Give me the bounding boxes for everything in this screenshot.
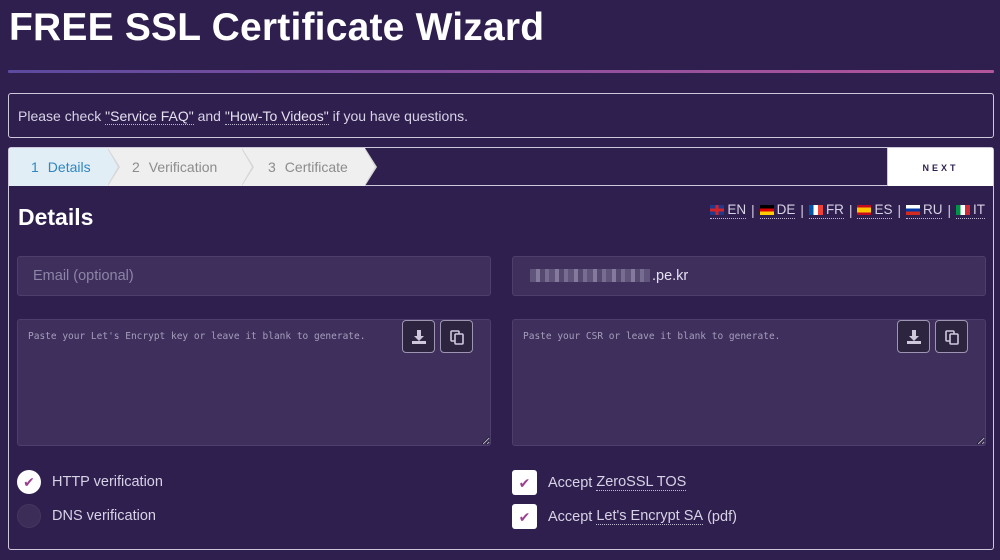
- next-button[interactable]: NEXT: [887, 148, 993, 186]
- step-number: 1: [31, 159, 39, 175]
- agreement-prefix: Accept: [548, 474, 593, 491]
- notice-suffix: if you have questions.: [328, 108, 468, 124]
- page-title: FREE SSL Certificate Wizard: [9, 6, 545, 49]
- option-label: HTTP verification: [52, 474, 163, 490]
- dns-verification-option[interactable]: DNS verification: [17, 504, 156, 528]
- accept-zerossl-tos-checkbox[interactable]: ✔: [512, 470, 537, 495]
- lang-en-link[interactable]: EN: [710, 202, 747, 219]
- step-certificate[interactable]: 3 Certificate: [242, 148, 365, 186]
- download-icon: [906, 329, 921, 344]
- copy-icon: [449, 329, 464, 345]
- accept-letsencrypt-sa-checkbox[interactable]: ✔: [512, 504, 537, 529]
- email-field[interactable]: [17, 256, 491, 296]
- es-flag-icon: [857, 204, 872, 215]
- lang-code: RU: [922, 202, 943, 217]
- lang-es-link[interactable]: ES: [857, 202, 893, 219]
- csr-copy-button[interactable]: [935, 320, 968, 353]
- wizard-panel: 3 Certificate 2 Verification 1 Details NEXT…: [8, 147, 994, 550]
- step-details[interactable]: 1 Details: [9, 148, 108, 186]
- notice-middle: and: [193, 108, 225, 124]
- agreement-prefix: Accept: [548, 508, 593, 525]
- letsencrypt-sa-link[interactable]: Let's Encrypt SA: [596, 508, 704, 525]
- lang-separator: |: [800, 203, 804, 218]
- lang-separator: |: [751, 203, 755, 218]
- step-number: 2: [132, 159, 140, 175]
- how-to-videos-link[interactable]: "How-To Videos": [224, 108, 329, 125]
- step-verification[interactable]: 2 Verification: [108, 148, 242, 186]
- check-icon: ✔: [518, 508, 531, 525]
- fr-flag-icon: [808, 204, 823, 215]
- lang-it-link[interactable]: IT: [956, 202, 985, 219]
- lang-code: DE: [776, 202, 796, 217]
- it-flag-icon: [956, 204, 970, 215]
- lang-code: EN: [727, 202, 747, 217]
- key-copy-button[interactable]: [440, 320, 473, 353]
- zerossl-tos-link[interactable]: ZeroSSL TOS: [596, 474, 687, 491]
- lang-separator: |: [897, 203, 901, 218]
- csr-download-button[interactable]: [897, 320, 930, 353]
- lang-separator: |: [947, 203, 951, 218]
- key-download-button[interactable]: [402, 320, 435, 353]
- domain-value: .pe.kr: [652, 268, 689, 284]
- step-separator: [241, 148, 252, 186]
- section-title: Details: [18, 204, 94, 230]
- notice-prefix: Please check: [18, 108, 106, 124]
- step-separator: [107, 148, 118, 186]
- lang-ru-link[interactable]: RU: [905, 202, 943, 219]
- download-icon: [411, 329, 426, 344]
- step-label: Verification: [148, 159, 218, 175]
- lang-code: ES: [874, 202, 893, 217]
- lang-separator: |: [848, 203, 853, 218]
- agreement-suffix: (pdf): [703, 508, 737, 525]
- check-icon: ✔: [518, 474, 531, 491]
- domain-field[interactable]: .pe.kr: [512, 256, 986, 296]
- http-verification-option[interactable]: ✔ HTTP verification: [17, 470, 163, 494]
- lang-code: IT: [973, 202, 985, 217]
- step-label: Details: [47, 159, 91, 175]
- accept-zerossl-tos-option[interactable]: ✔ Accept ZeroSSL TOS: [512, 470, 687, 495]
- title-divider: [8, 70, 994, 73]
- step-label: Certificate: [284, 159, 348, 175]
- help-notice: Please check "Service FAQ" and "How-To V…: [8, 93, 994, 138]
- lang-de-link[interactable]: DE: [759, 202, 796, 219]
- wizard-steps: 3 Certificate 2 Verification 1 Details NEXT: [9, 148, 993, 186]
- lang-code: FR: [825, 202, 844, 217]
- de-flag-icon: [759, 204, 774, 215]
- dns-verification-radio[interactable]: [17, 504, 41, 528]
- uk-flag-icon: [710, 204, 725, 215]
- http-verification-radio[interactable]: ✔: [17, 470, 41, 494]
- accept-letsencrypt-sa-option[interactable]: ✔ Accept Let's Encrypt SA (pdf): [512, 504, 737, 529]
- check-icon: ✔: [23, 474, 35, 490]
- lang-fr-link[interactable]: FR: [808, 202, 844, 219]
- language-switcher: EN | DE | FR | ES | RU | IT: [710, 202, 985, 219]
- step-separator: [364, 148, 375, 186]
- step-number: 3: [268, 159, 276, 175]
- redacted-domain: [530, 269, 650, 282]
- ru-flag-icon: [905, 204, 920, 215]
- service-faq-link[interactable]: "Service FAQ": [105, 108, 194, 125]
- option-label: DNS verification: [52, 508, 156, 524]
- copy-icon: [944, 329, 959, 345]
